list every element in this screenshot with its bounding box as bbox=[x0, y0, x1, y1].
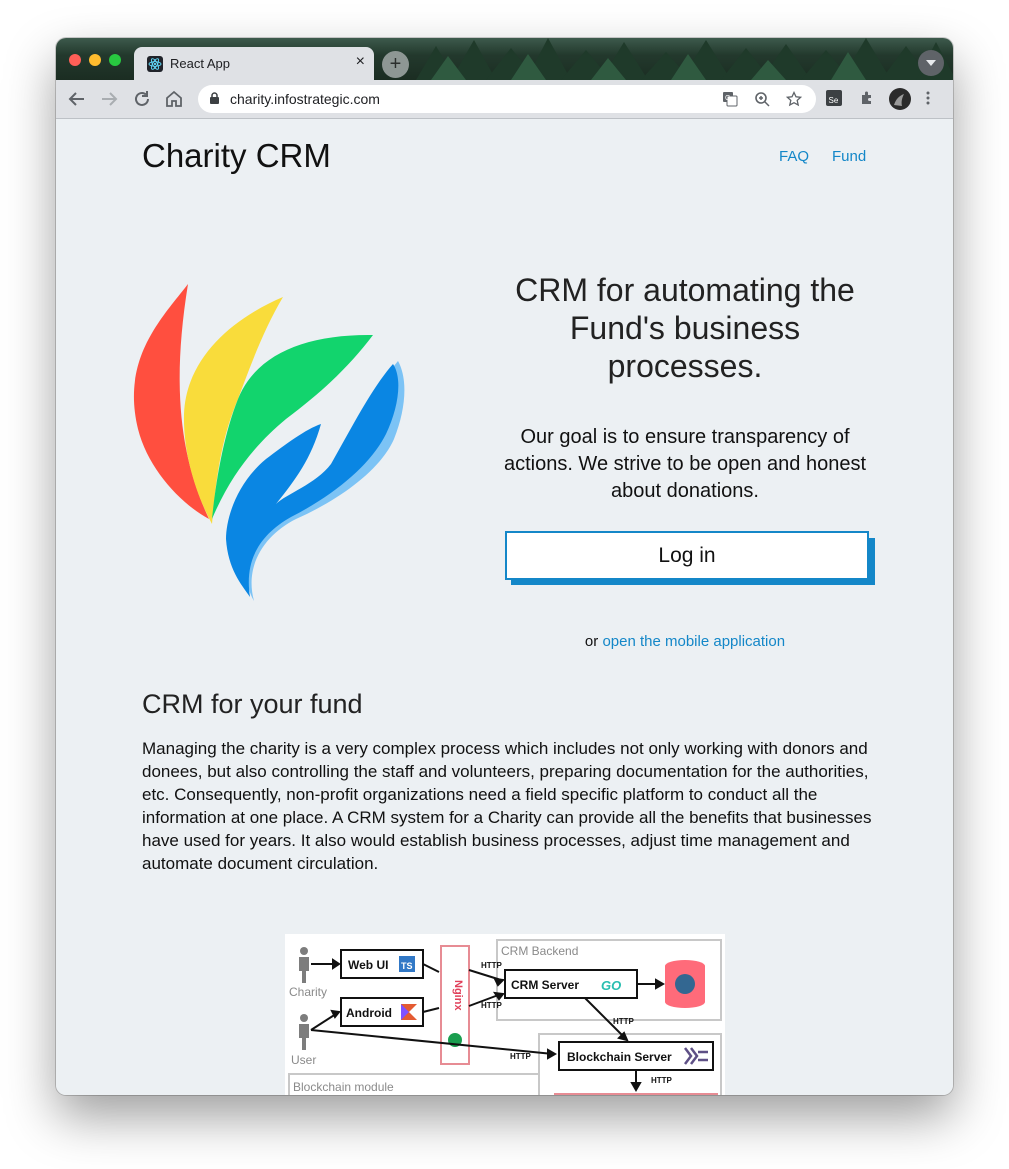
tab-strip: React App × + bbox=[56, 38, 953, 80]
http-label-2: HTTP bbox=[481, 1001, 503, 1010]
http-label-3: HTTP bbox=[613, 1017, 635, 1026]
crm-server-label: CRM Server bbox=[511, 978, 579, 992]
page-content: Charity CRM FAQ Fund CRM for automating … bbox=[56, 119, 953, 1095]
reload-icon[interactable] bbox=[131, 88, 153, 110]
go-logo-icon: GO bbox=[601, 978, 621, 993]
browser-tab[interactable]: React App × bbox=[134, 47, 374, 80]
section-title: CRM for your fund bbox=[142, 689, 363, 719]
hero-description: Our goal is to ensure transparency of ac… bbox=[503, 426, 867, 502]
kebab-menu-icon[interactable] bbox=[924, 90, 932, 106]
mobile-app-line: or open the mobile application bbox=[494, 633, 876, 650]
zoom-icon[interactable] bbox=[754, 91, 770, 107]
http-label-4: HTTP bbox=[510, 1052, 532, 1061]
browser-window: React App × + charity.infostrategic.com bbox=[56, 38, 953, 1095]
nav-link-faq[interactable]: FAQ bbox=[779, 148, 809, 165]
react-logo-icon bbox=[147, 56, 163, 72]
charity-person-icon bbox=[299, 947, 309, 983]
nav-link-fund[interactable]: Fund bbox=[832, 148, 866, 165]
mobile-prefix: or bbox=[584, 633, 599, 650]
extensions-puzzle-icon[interactable] bbox=[859, 90, 875, 106]
section-body: Managing the charity is a very complex p… bbox=[142, 739, 872, 873]
new-tab-button[interactable]: + bbox=[382, 51, 409, 78]
translate-icon[interactable]: G bbox=[722, 91, 738, 107]
forward-arrow-icon[interactable] bbox=[98, 88, 120, 110]
star-icon[interactable] bbox=[786, 91, 802, 107]
close-window-button[interactable] bbox=[69, 54, 81, 66]
nginx-label: Nginx bbox=[452, 980, 464, 1011]
http-label-5: HTTP bbox=[651, 1076, 673, 1085]
tab-search-button[interactable] bbox=[918, 50, 944, 76]
crm-backend-label: CRM Backend bbox=[501, 944, 578, 958]
zoom-window-button[interactable] bbox=[109, 54, 121, 66]
tab-close-icon[interactable]: × bbox=[356, 53, 365, 71]
charity-label: Charity bbox=[289, 985, 327, 999]
login-button[interactable]: Log in bbox=[505, 531, 869, 580]
profile-avatar-icon[interactable] bbox=[888, 87, 912, 111]
blockchain-server-label: Blockchain Server bbox=[567, 1050, 672, 1064]
user-person-icon bbox=[299, 1014, 309, 1050]
back-arrow-icon[interactable] bbox=[66, 88, 88, 110]
http-label-1: HTTP bbox=[481, 961, 503, 970]
lock-icon[interactable] bbox=[209, 92, 220, 105]
url-text: charity.infostrategic.com bbox=[230, 91, 380, 107]
home-icon[interactable] bbox=[163, 88, 185, 110]
open-mobile-app-link[interactable]: open the mobile application bbox=[602, 633, 785, 650]
android-label: Android bbox=[346, 1006, 392, 1020]
address-bar[interactable]: charity.infostrategic.com G bbox=[198, 85, 816, 113]
hero-title: CRM for automating the Fund's business p… bbox=[515, 272, 855, 384]
selenium-extension-icon[interactable]: Se bbox=[826, 90, 842, 106]
typescript-badge-icon: TS bbox=[401, 961, 413, 971]
postgres-database-icon bbox=[665, 960, 705, 1008]
architecture-diagram: CRM Backend Blockchain module Charity Us… bbox=[285, 934, 725, 1095]
minimize-window-button[interactable] bbox=[89, 54, 101, 66]
tab-title: React App bbox=[170, 56, 230, 71]
svg-text:G: G bbox=[725, 95, 730, 102]
user-label: User bbox=[291, 1053, 316, 1067]
web-ui-label: Web UI bbox=[348, 958, 388, 972]
svg-text:Se: Se bbox=[829, 96, 839, 105]
charity-hands-logo bbox=[133, 284, 405, 601]
blockchain-module-label: Blockchain module bbox=[293, 1080, 394, 1094]
browser-toolbar: charity.infostrategic.com G Se bbox=[56, 80, 953, 119]
site-brand[interactable]: Charity CRM bbox=[142, 137, 331, 175]
